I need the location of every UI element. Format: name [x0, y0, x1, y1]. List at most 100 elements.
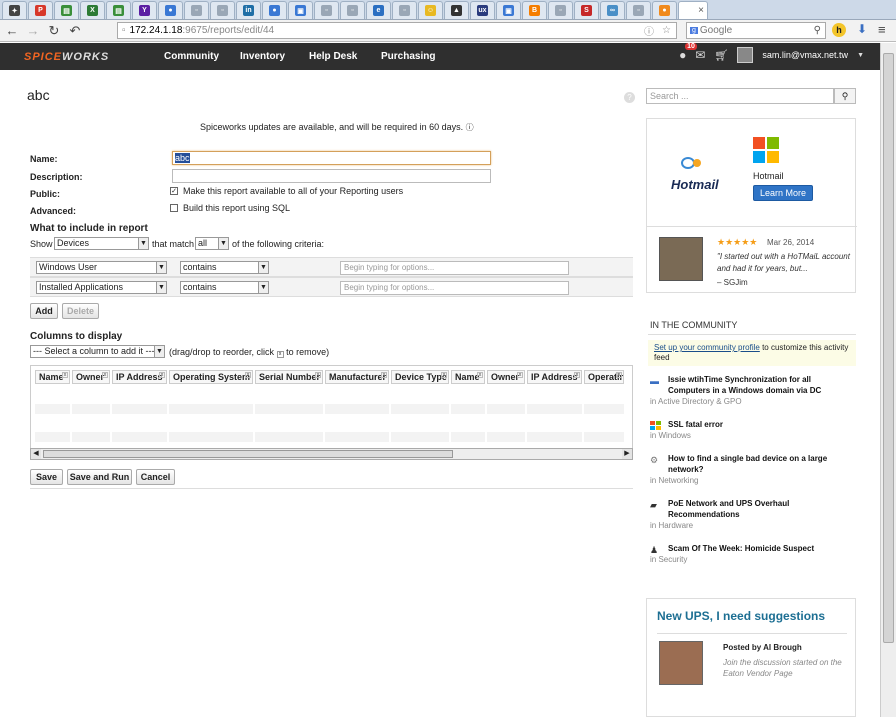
- browser-tab[interactable]: B: [522, 1, 547, 19]
- browser-tab[interactable]: ▫: [392, 1, 417, 19]
- download-icon[interactable]: ⬇: [857, 22, 867, 36]
- advanced-checkbox[interactable]: [170, 204, 178, 212]
- browser-tab[interactable]: ●: [262, 1, 287, 19]
- browser-tab[interactable]: ▫: [210, 1, 235, 19]
- browser-tab[interactable]: ▫: [340, 1, 365, 19]
- discussion-title[interactable]: New UPS, I need suggestions: [657, 609, 825, 623]
- browser-tab[interactable]: e: [366, 1, 391, 19]
- user-menu[interactable]: sam.lin@vmax.net.tw: [762, 50, 848, 60]
- address-bar[interactable]: ▫ 172.24.1.18 :9675/reports/edit/44 ⓘ ☆: [117, 22, 677, 39]
- criteria-value-input[interactable]: Begin typing for options...: [340, 261, 569, 275]
- page-scrollbar[interactable]: [880, 43, 896, 717]
- column-header[interactable]: Operatingx: [584, 370, 624, 384]
- browser-tab[interactable]: ▲: [444, 1, 469, 19]
- scrollbar-thumb[interactable]: [43, 450, 453, 458]
- browser-tab[interactable]: ●: [158, 1, 183, 19]
- column-header[interactable]: Name x: [35, 370, 70, 384]
- cancel-button[interactable]: Cancel: [136, 469, 175, 485]
- criteria-field-select[interactable]: Installed Applications ▼: [36, 281, 167, 294]
- back-icon[interactable]: ←: [3, 22, 21, 40]
- match-select[interactable]: all ▼: [195, 237, 229, 250]
- nav-help-desk[interactable]: Help Desk: [309, 51, 357, 62]
- browser-tab[interactable]: S: [574, 1, 599, 19]
- notifications-icon[interactable]: ● 10: [679, 43, 697, 62]
- search-input[interactable]: Search ...: [646, 88, 834, 104]
- column-header[interactable]: IP Address x: [527, 370, 582, 384]
- chevron-down-icon[interactable]: ▼: [857, 52, 864, 59]
- scroll-right-icon[interactable]: ▶: [622, 449, 632, 459]
- browser-tab[interactable]: Y: [132, 1, 157, 19]
- list-item[interactable]: ♟ Scam Of The Week: Homicide Suspect in …: [650, 543, 850, 567]
- browser-tab[interactable]: ▫: [626, 1, 651, 19]
- column-header[interactable]: Device Type x: [391, 370, 449, 384]
- criteria-operator-select[interactable]: contains ▼: [180, 261, 269, 274]
- name-field[interactable]: abc: [172, 151, 491, 165]
- criteria-field-select[interactable]: Windows User ▼: [36, 261, 167, 274]
- nav-community[interactable]: Community: [164, 51, 219, 62]
- remove-icon[interactable]: x: [616, 372, 622, 378]
- google-search-box[interactable]: g Google ⚲: [686, 22, 826, 39]
- delete-button[interactable]: Delete: [62, 303, 99, 319]
- search-button[interactable]: ⚲: [834, 88, 856, 104]
- extension-icon[interactable]: h: [832, 23, 846, 37]
- spiceworks-logo[interactable]: SPICEWORKS: [24, 51, 109, 63]
- criteria-value-input[interactable]: Begin typing for options...: [340, 281, 569, 295]
- info-icon[interactable]: ⓘ: [466, 123, 474, 132]
- remove-icon[interactable]: x: [441, 372, 447, 378]
- learn-more-button[interactable]: Learn More: [753, 185, 813, 201]
- remove-icon[interactable]: x: [62, 372, 68, 378]
- help-icon[interactable]: ?: [624, 92, 635, 103]
- browser-tab[interactable]: ▫: [314, 1, 339, 19]
- remove-icon[interactable]: x: [159, 372, 165, 378]
- column-header[interactable]: Name x: [451, 370, 485, 384]
- remove-icon[interactable]: x: [477, 372, 483, 378]
- browser-tab[interactable]: X: [80, 1, 105, 19]
- description-field[interactable]: [172, 169, 491, 183]
- browser-tab[interactable]: ▣: [288, 1, 313, 19]
- criteria-operator-select[interactable]: contains ▼: [180, 281, 269, 294]
- reload-icon[interactable]: ↻: [45, 22, 63, 40]
- column-select[interactable]: --- Select a column to add it --- ▼: [30, 345, 165, 358]
- menu-icon[interactable]: ≡: [878, 22, 886, 37]
- cart-icon[interactable]: 🛒︎: [714, 49, 728, 62]
- list-item[interactable]: ⚙ How to find a single bad device on a l…: [650, 453, 850, 489]
- browser-tab[interactable]: ▫: [548, 1, 573, 19]
- browser-tab[interactable]: ●: [652, 1, 677, 19]
- column-header[interactable]: IP Address x: [112, 370, 167, 384]
- browser-tab-active[interactable]: ×: [678, 1, 708, 19]
- ad-box[interactable]: Hotmail Hotmail Learn More ★★★★★ Mar 26,…: [646, 118, 857, 293]
- nav-purchasing[interactable]: Purchasing: [381, 51, 435, 62]
- browser-tab[interactable]: ∞: [600, 1, 625, 19]
- list-item[interactable]: ▰ PoE Network and UPS Overhaul Recommend…: [650, 498, 850, 534]
- browser-tab[interactable]: ✦: [2, 1, 27, 19]
- close-icon[interactable]: ×: [698, 5, 704, 16]
- remove-icon[interactable]: x: [381, 372, 387, 378]
- remove-icon[interactable]: x: [245, 372, 251, 378]
- browser-tab[interactable]: ▤: [54, 1, 79, 19]
- scrollbar-thumb[interactable]: [883, 53, 894, 643]
- column-header[interactable]: Owner x: [487, 370, 525, 384]
- browser-tab[interactable]: ux: [470, 1, 495, 19]
- featured-discussion[interactable]: New UPS, I need suggestions Posted by Al…: [646, 598, 856, 717]
- forward-icon[interactable]: →: [24, 22, 42, 40]
- nav-inventory[interactable]: Inventory: [240, 51, 285, 62]
- browser-tab[interactable]: ▤: [106, 1, 131, 19]
- column-header[interactable]: Serial Number x: [255, 370, 323, 384]
- setup-profile-link[interactable]: Set up your community profile: [654, 343, 760, 352]
- browser-tab[interactable]: P: [28, 1, 53, 19]
- bookmark-star-icon[interactable]: ☆: [662, 25, 671, 36]
- add-button[interactable]: Add: [30, 303, 58, 319]
- column-header[interactable]: Manufacturer x: [325, 370, 389, 384]
- save-and-run-button[interactable]: Save and Run: [67, 469, 132, 485]
- remove-icon[interactable]: x: [517, 372, 523, 378]
- browser-tab[interactable]: ▫: [184, 1, 209, 19]
- mail-icon[interactable]: ✉: [695, 48, 705, 62]
- undo-icon[interactable]: ↶: [66, 22, 84, 40]
- list-item[interactable]: SSL fatal error in Windows: [650, 419, 850, 443]
- browser-tab[interactable]: ▣: [496, 1, 521, 19]
- remove-icon[interactable]: x: [102, 372, 108, 378]
- avatar[interactable]: [737, 47, 754, 63]
- column-header[interactable]: Owner x: [72, 370, 110, 384]
- horizontal-scrollbar[interactable]: ◀ ▶: [30, 448, 633, 460]
- show-select[interactable]: Devices ▼: [54, 237, 149, 250]
